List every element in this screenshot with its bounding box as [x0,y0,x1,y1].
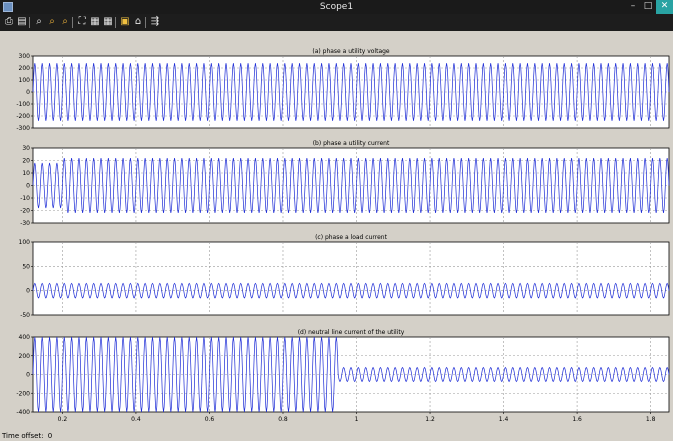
toolbar-separator [115,17,116,28]
y-tick-label: 100 [19,77,31,84]
x-tick-label: 1.6 [572,416,582,423]
lock-icon[interactable]: ⌂ [132,16,144,28]
x-tick-label: 0.4 [131,416,141,423]
maximize-button[interactable]: □ [641,0,655,14]
x-tick-label: 1.2 [425,416,435,423]
y-tick-label: 0 [26,288,30,295]
y-tick-label: -100 [16,101,30,108]
y-tick-label: 200 [19,353,31,360]
y-tick-label: -200 [16,390,30,397]
plot-title-3: (c) phase a load current [315,234,388,241]
x-tick-label: 1.4 [499,416,509,423]
x-tick-label: 0.6 [205,416,215,423]
x-tick-label: 1 [355,416,359,423]
y-tick-label: -10 [20,195,30,202]
y-tick-label: -30 [20,220,30,227]
y-tick-label: 10 [22,170,30,177]
plot-axes-3 [32,241,670,316]
y-tick-label: 20 [22,158,30,165]
time-offset-value: 0 [47,432,53,440]
y-tick-label: 0 [26,372,30,379]
y-tick-label: 0 [26,89,30,96]
toolbar-separator [72,17,73,28]
print-icon[interactable]: ⎙ [3,16,15,28]
parameters-icon[interactable]: ▤ [16,16,28,28]
y-tick-label: -400 [16,409,30,416]
x-tick-label: 1.8 [646,416,656,423]
y-tick-label: -300 [16,125,30,132]
plot-title-2: (b) phase a utility current [313,140,390,147]
y-tick-label: 50 [22,263,30,270]
zoom-x-icon[interactable]: ⌕ [46,16,58,28]
y-tick-label: 300 [19,53,31,60]
scope-plots[interactable]: (a) phase a utility voltage-300-200-1000… [0,31,673,431]
window-title: Scope1 [319,2,354,12]
x-tick-label: 0.8 [278,416,288,423]
toolbar-separator [29,17,30,28]
y-tick-label: 200 [19,65,31,72]
y-tick-label: -200 [16,113,30,120]
y-tick-label: -20 [20,208,30,215]
minimize-button[interactable]: – [626,0,640,14]
close-button[interactable]: ✕ [656,0,673,14]
title-bar: Scope1 – □ ✕ [0,0,673,14]
plot-title-1: (a) phase a utility voltage [312,48,390,55]
y-tick-label: 30 [22,145,30,152]
y-tick-label: 0 [26,183,30,190]
scope-display: (a) phase a utility voltage -300 -200 -100 0… [0,31,673,431]
status-bar: Time offset: 0 [0,431,673,441]
save-axes-icon[interactable]: ▦ [89,16,101,28]
toolbar-separator [145,17,146,28]
scope-toolbar: ⎙ ▤ ⌕ ⌕ ⌕ ⛶ ▦ ▦ ▣ ⌂ ⇶ [0,14,673,31]
zoom-in-icon[interactable]: ⌕ [33,16,45,28]
y-tick-label: -50 [20,312,30,319]
floating-scope-icon[interactable]: ▣ [119,16,131,28]
zoom-y-icon[interactable]: ⌕ [59,16,71,28]
plot-title-4: (d) neutral line current of the utility [298,329,405,336]
signal-selection-icon[interactable]: ⇶ [149,16,161,28]
autoscale-icon[interactable]: ⛶ [76,16,88,28]
time-offset-label: Time offset: [2,432,44,440]
y-tick-label: 400 [19,334,31,341]
x-tick-label: 0.2 [58,416,68,423]
restore-axes-icon[interactable]: ▦ [102,16,114,28]
y-tick-label: 100 [19,239,31,246]
